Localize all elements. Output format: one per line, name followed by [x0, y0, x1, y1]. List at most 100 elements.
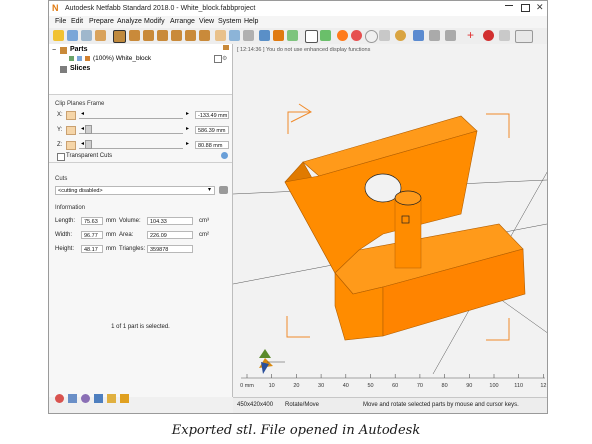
clip-x-right-arrow-icon[interactable]: ▸ [186, 110, 189, 117]
clip-planes-title: Clip Planes Frame [55, 101, 105, 107]
3d-viewport[interactable]: [ 12:14:36 ] You do not use enhanced dis… [233, 44, 547, 397]
collapse-icon[interactable]: − [52, 47, 56, 54]
export-icon[interactable] [95, 30, 106, 41]
ruler-label: 80 [442, 383, 448, 389]
folder-icon[interactable] [107, 394, 116, 403]
view-iso-icon[interactable] [199, 30, 210, 41]
menu-file[interactable]: File [55, 16, 66, 28]
refresh-icon[interactable] [221, 152, 228, 159]
select-cursor-icon[interactable] [305, 30, 318, 43]
dropdown-arrow-icon[interactable]: ▾ [208, 186, 211, 193]
clip-x-toggle[interactable] [66, 111, 76, 120]
menu-prepare[interactable]: Prepare [89, 16, 114, 28]
measure-icon[interactable] [320, 30, 331, 41]
tree-options-icon[interactable] [223, 45, 229, 50]
toolbar: + [49, 28, 547, 45]
add-part-icon[interactable] [67, 30, 78, 41]
grid-icon[interactable] [68, 394, 77, 403]
clip-z-left-arrow-icon[interactable]: ◂ [81, 140, 84, 147]
menu-system[interactable]: System [218, 16, 241, 28]
zoom-all-icon[interactable] [215, 30, 226, 41]
clip-x-value[interactable]: -133.49 mm [195, 111, 229, 119]
clip-y-left-arrow-icon[interactable]: ◂ [81, 125, 84, 132]
clip-y-toggle[interactable] [66, 126, 76, 135]
transparent-cuts-checkbox[interactable] [57, 153, 65, 161]
part-gear-icon[interactable]: ⚙ [222, 55, 227, 62]
red-sphere-icon[interactable] [351, 30, 362, 41]
orange-sphere-icon[interactable] [337, 30, 348, 41]
settings-icon[interactable] [429, 30, 440, 41]
ruler-label: 20 [293, 383, 299, 389]
maximize-button[interactable] [521, 4, 530, 12]
parts-label[interactable]: Parts [70, 46, 88, 53]
clip-x-slider[interactable] [79, 111, 183, 119]
slice-icon[interactable] [413, 30, 424, 41]
zoom-icon[interactable] [243, 30, 254, 41]
view-right-icon[interactable] [157, 30, 168, 41]
repair-plus-icon[interactable]: + [467, 29, 478, 41]
minimize-button[interactable] [505, 5, 513, 6]
target-icon[interactable] [55, 394, 64, 403]
clip-planes-panel: Clip Planes Frame X: ◂ ▸ -133.49 mm Y: ◂… [49, 96, 232, 163]
slices-label[interactable]: Slices [70, 65, 90, 72]
clip-y-value[interactable]: 586.39 mm [195, 126, 229, 134]
axis-gizmo[interactable] [259, 349, 285, 374]
menu-analyze[interactable]: Analyze [117, 16, 142, 28]
axis-gizmo-green-icon [259, 349, 271, 358]
sphere-icon[interactable] [81, 394, 90, 403]
part-white-block[interactable] [284, 115, 526, 341]
part-checkbox[interactable] [214, 55, 222, 63]
support-icon[interactable] [499, 30, 510, 41]
length-unit: mm [106, 218, 116, 224]
close-button[interactable]: ✕ [536, 1, 544, 13]
slices-folder-icon [60, 66, 67, 73]
clip-y-slider[interactable] [79, 126, 183, 134]
clip-y-right-arrow-icon[interactable]: ▸ [186, 125, 189, 132]
view-top-icon[interactable] [171, 30, 182, 41]
pan-icon[interactable] [259, 30, 270, 41]
area-unit: cm² [199, 232, 209, 238]
view-left-icon[interactable] [143, 30, 154, 41]
menu-modify[interactable]: Modify [144, 16, 165, 28]
text-tool-icon[interactable] [515, 30, 533, 43]
open-project-icon[interactable] [53, 30, 64, 41]
help-icon[interactable] [483, 30, 494, 41]
clip-z-slider[interactable] [79, 141, 183, 149]
menu-view[interactable]: View [199, 16, 214, 28]
clip-z-right-arrow-icon[interactable]: ▸ [186, 140, 189, 147]
color-wheel-icon[interactable] [395, 30, 406, 41]
clip-z-toggle[interactable] [66, 141, 76, 150]
build-icon[interactable] [445, 30, 456, 41]
visibility-icon[interactable] [69, 56, 74, 61]
white-sphere-icon[interactable] [365, 30, 378, 43]
parts-folder-icon [60, 47, 67, 54]
cuts-panel: Cuts <cutting disabled> ▾ [49, 172, 232, 200]
cuts-dropdown[interactable]: <cutting disabled> [55, 186, 215, 195]
save-icon[interactable] [81, 30, 92, 41]
selection-corner [290, 103, 312, 123]
transparent-cuts-label: Transparent Cuts [66, 153, 113, 159]
menu-help[interactable]: Help [244, 16, 258, 28]
part-cylinder [394, 197, 422, 269]
layers-icon[interactable] [94, 394, 103, 403]
height-unit: mm [106, 246, 116, 252]
cut-action-icon[interactable] [219, 186, 228, 194]
clip-z-value[interactable]: 80.88 mm [195, 141, 229, 149]
move-icon[interactable] [287, 30, 298, 41]
menu-arrange[interactable]: Arrange [170, 16, 195, 28]
zoom-selection-icon[interactable] [229, 30, 240, 41]
mesh-icon[interactable] [379, 30, 390, 41]
clip-x-left-arrow-icon[interactable]: ◂ [81, 110, 84, 117]
clip-z-thumb[interactable] [85, 140, 92, 149]
height-label: Height: [55, 246, 75, 252]
selection-corner [486, 113, 510, 138]
view-bottom-icon[interactable] [185, 30, 196, 41]
rotate-icon[interactable] [273, 30, 284, 41]
clip-y-thumb[interactable] [85, 125, 92, 134]
export-small-icon[interactable] [120, 394, 129, 403]
view-back-icon[interactable] [129, 30, 140, 41]
menu-edit[interactable]: Edit [71, 16, 83, 28]
triangles-label: Triangles: [119, 246, 146, 252]
part-item-white-block[interactable]: (100%) White_block [93, 55, 151, 62]
view-front-icon[interactable] [113, 30, 126, 43]
